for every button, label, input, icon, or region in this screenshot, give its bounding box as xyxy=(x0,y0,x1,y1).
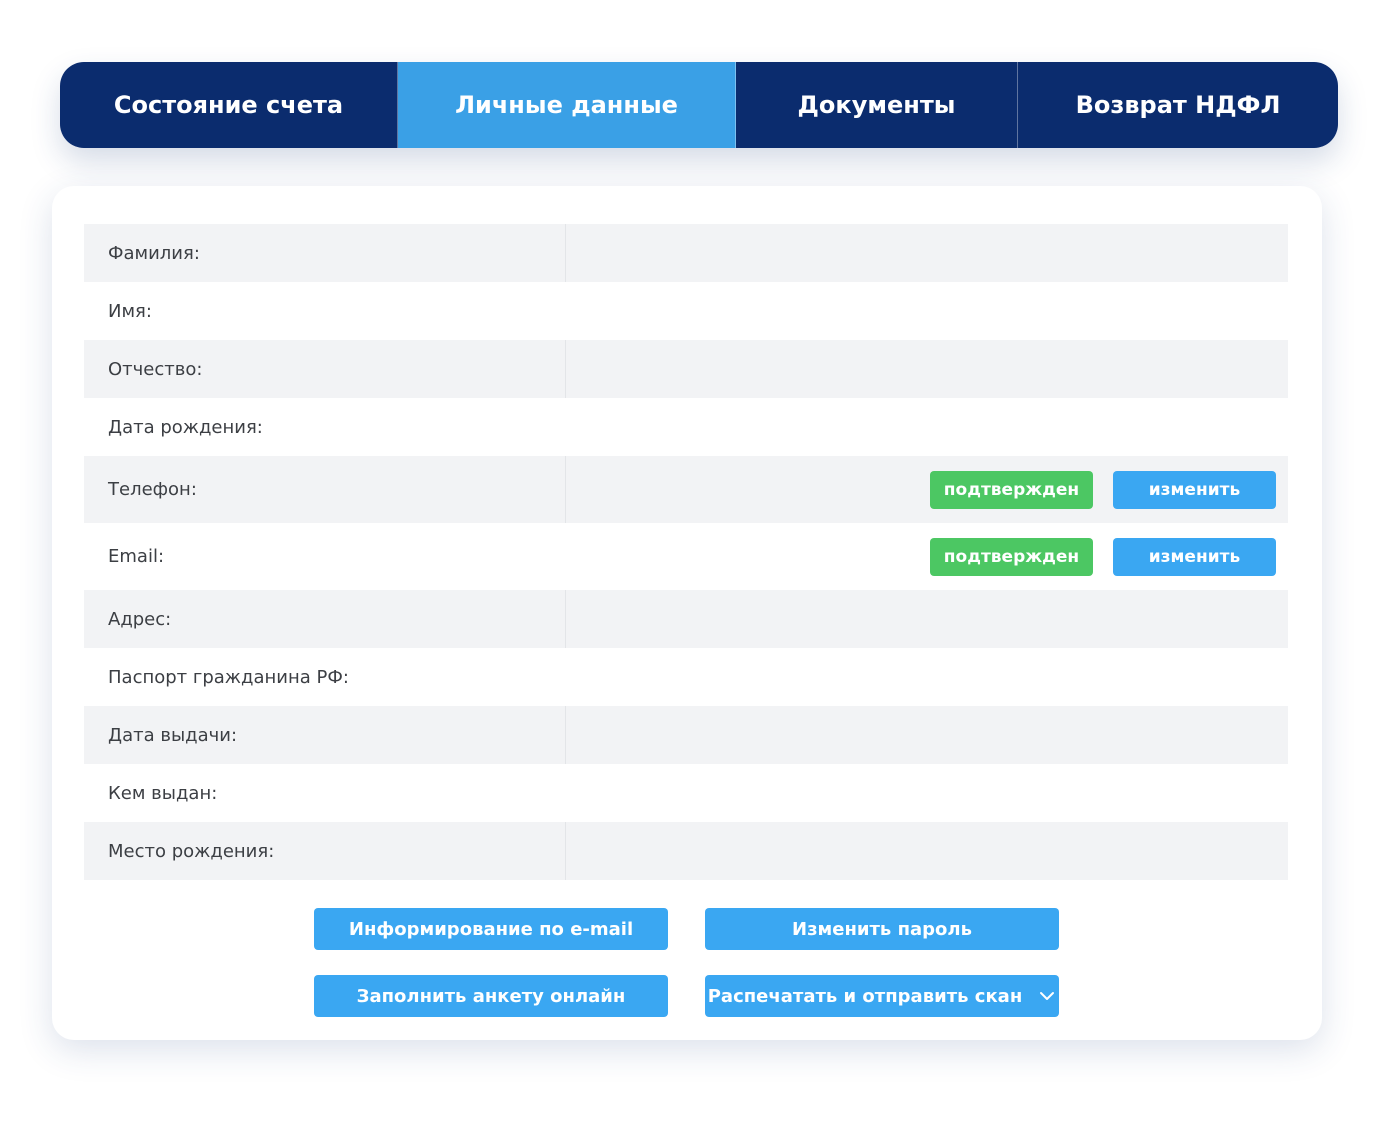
page: Состояние счета Личные данные Документы … xyxy=(0,0,1400,1140)
row-value xyxy=(566,706,1288,764)
tab-account-status[interactable]: Состояние счета xyxy=(60,62,398,148)
phone-change-button[interactable]: изменить xyxy=(1113,470,1276,509)
row-patronymic: Отчество: xyxy=(84,340,1288,398)
row-label: Адрес: xyxy=(84,590,566,648)
phone-confirmed-badge: подтвержден xyxy=(930,470,1093,509)
chevron-down-icon xyxy=(1038,987,1056,1005)
row-label: Имя: xyxy=(108,300,152,322)
row-label: Отчество: xyxy=(84,340,566,398)
row-value xyxy=(566,340,1288,398)
email-actions: подтвержден изменить xyxy=(930,537,1276,576)
tab-bar: Состояние счета Личные данные Документы … xyxy=(60,62,1338,148)
email-notifications-button[interactable]: Информирование по e-mail xyxy=(314,908,668,950)
row-issue-date: Дата выдачи: xyxy=(84,706,1288,764)
row-passport: Паспорт гражданина РФ: xyxy=(84,648,1288,706)
change-password-button[interactable]: Изменить пароль xyxy=(705,908,1059,950)
row-label: Паспорт гражданина РФ: xyxy=(108,666,349,688)
tab-tax-refund[interactable]: Возврат НДФЛ xyxy=(1018,62,1338,148)
personal-data-card: Фамилия: Имя: Отчество: Дата рождения: Т… xyxy=(52,186,1322,1040)
email-change-button[interactable]: изменить xyxy=(1113,537,1276,576)
row-label: Место рождения: xyxy=(84,822,566,880)
row-value xyxy=(566,648,1288,706)
row-issued-by: Кем выдан: xyxy=(84,764,1288,822)
row-value xyxy=(566,224,1288,282)
tab-documents[interactable]: Документы xyxy=(736,62,1018,148)
row-label: Email: xyxy=(108,546,165,567)
row-label: Телефон: xyxy=(84,456,566,523)
change-password-label: Изменить пароль xyxy=(792,918,972,940)
row-label: Фамилия: xyxy=(84,224,566,282)
fill-form-online-button[interactable]: Заполнить анкету онлайн xyxy=(314,975,668,1017)
row-phone: Телефон: подтвержден изменить xyxy=(84,456,1288,523)
row-first-name: Имя: xyxy=(84,282,1288,340)
row-label: Дата выдачи: xyxy=(84,706,566,764)
fill-form-online-label: Заполнить анкету онлайн xyxy=(356,985,626,1007)
row-address: Адрес: xyxy=(84,590,1288,648)
print-and-send-scan-label: Распечатать и отправить скан xyxy=(707,985,1023,1007)
row-surname: Фамилия: xyxy=(84,224,1288,282)
email-notifications-label: Информирование по e-mail xyxy=(348,918,634,940)
row-email: Email: подтвержден изменить xyxy=(84,523,1288,590)
row-label: Кем выдан: xyxy=(108,782,218,804)
phone-actions: подтвержден изменить xyxy=(930,470,1276,509)
row-birth-place: Место рождения: xyxy=(84,822,1288,880)
tab-personal-data[interactable]: Личные данные xyxy=(398,62,736,148)
row-label: Дата рождения: xyxy=(108,416,263,438)
print-and-send-scan-button[interactable]: Распечатать и отправить скан xyxy=(705,975,1059,1017)
row-value xyxy=(566,590,1288,648)
row-value xyxy=(566,822,1288,880)
row-value xyxy=(566,764,1288,822)
row-value xyxy=(566,398,1288,456)
personal-data-table: Фамилия: Имя: Отчество: Дата рождения: Т… xyxy=(84,224,1288,880)
row-value xyxy=(566,282,1288,340)
email-confirmed-badge: подтвержден xyxy=(930,537,1093,576)
row-birth-date: Дата рождения: xyxy=(84,398,1288,456)
